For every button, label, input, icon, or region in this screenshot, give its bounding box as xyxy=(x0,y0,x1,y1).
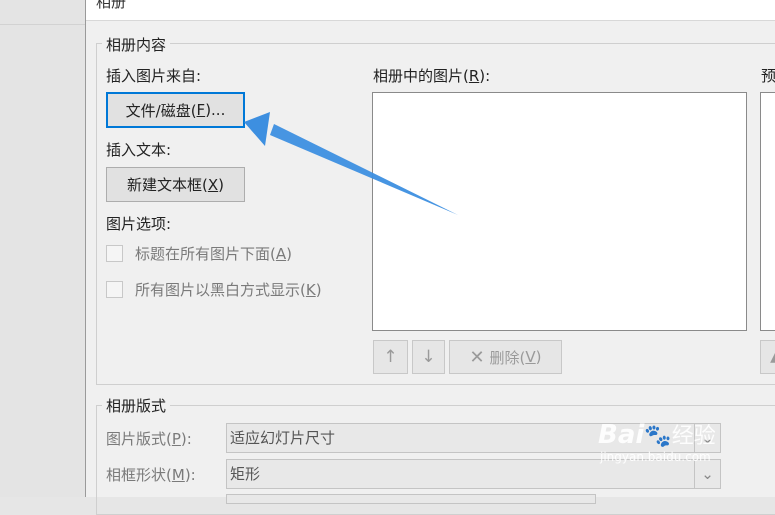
insert-text-label: 插入文本: xyxy=(106,141,172,159)
preview-rotate-button[interactable]: ▲ xyxy=(760,340,775,374)
album-pictures-list[interactable] xyxy=(372,92,747,331)
picture-layout-label: 图片版式(P): xyxy=(106,430,192,448)
album-layout-legend: 相册版式 xyxy=(102,395,171,416)
captions-below-label: 标题在所有图片下面(A) xyxy=(135,245,292,263)
delete-button[interactable]: ✕ 删除(V) xyxy=(449,340,562,374)
preview-box xyxy=(760,92,775,331)
preview-label: 预 xyxy=(761,67,775,85)
dialog-titlebar: 相册 xyxy=(86,0,775,21)
album-content-legend: 相册内容 xyxy=(102,34,171,55)
new-textbox-button-text: 新建文本框( xyxy=(127,176,208,194)
picture-layout-value: 适应幻灯片尺寸 xyxy=(230,429,336,447)
photo-album-dialog: 相册 相册内容 插入图片来自: 文件/磁盘(F)... 插入文本: 新建文本框(… xyxy=(85,0,775,515)
dialog-title: 相册 xyxy=(96,0,127,11)
frame-shape-select[interactable]: 矩形 ⌄ xyxy=(226,459,721,489)
insert-picture-from-label: 插入图片来自: xyxy=(106,67,202,85)
chevron-down-icon[interactable]: ⌄ xyxy=(694,460,720,488)
new-textbox-button-key: X xyxy=(207,175,219,194)
new-textbox-button-suffix: ) xyxy=(218,175,224,194)
theme-select-partial[interactable] xyxy=(226,494,596,504)
picture-layout-select[interactable]: 适应幻灯片尺寸 ⌄ xyxy=(226,423,721,453)
frame-shape-value: 矩形 xyxy=(230,465,261,483)
background-divider xyxy=(0,24,85,25)
picture-options-label: 图片选项: xyxy=(106,215,172,233)
delete-x-icon: ✕ xyxy=(469,346,485,368)
triangle-up-icon: ▲ xyxy=(770,349,775,365)
chevron-down-icon[interactable]: ⌄ xyxy=(694,424,720,452)
new-textbox-button[interactable]: 新建文本框(X) xyxy=(106,167,245,202)
file-disk-button-key: F xyxy=(196,101,206,119)
black-white-checkbox[interactable] xyxy=(106,281,123,298)
black-white-label: 所有图片以黑白方式显示(K) xyxy=(135,281,322,299)
move-up-button[interactable]: ↑ xyxy=(373,340,408,374)
pictures-in-album-label: 相册中的图片(R): xyxy=(373,67,491,85)
file-disk-button-text: 文件/磁盘( xyxy=(125,101,197,120)
arrow-down-icon: ↓ xyxy=(421,347,436,367)
file-disk-button-suffix: )... xyxy=(205,101,226,119)
captions-below-checkbox[interactable] xyxy=(106,245,123,262)
move-down-button[interactable]: ↓ xyxy=(412,340,445,374)
arrow-up-icon: ↑ xyxy=(383,347,398,367)
frame-shape-label: 相框形状(M): xyxy=(106,466,196,484)
background-window xyxy=(0,0,85,497)
file-disk-button[interactable]: 文件/磁盘(F)... xyxy=(106,92,245,128)
